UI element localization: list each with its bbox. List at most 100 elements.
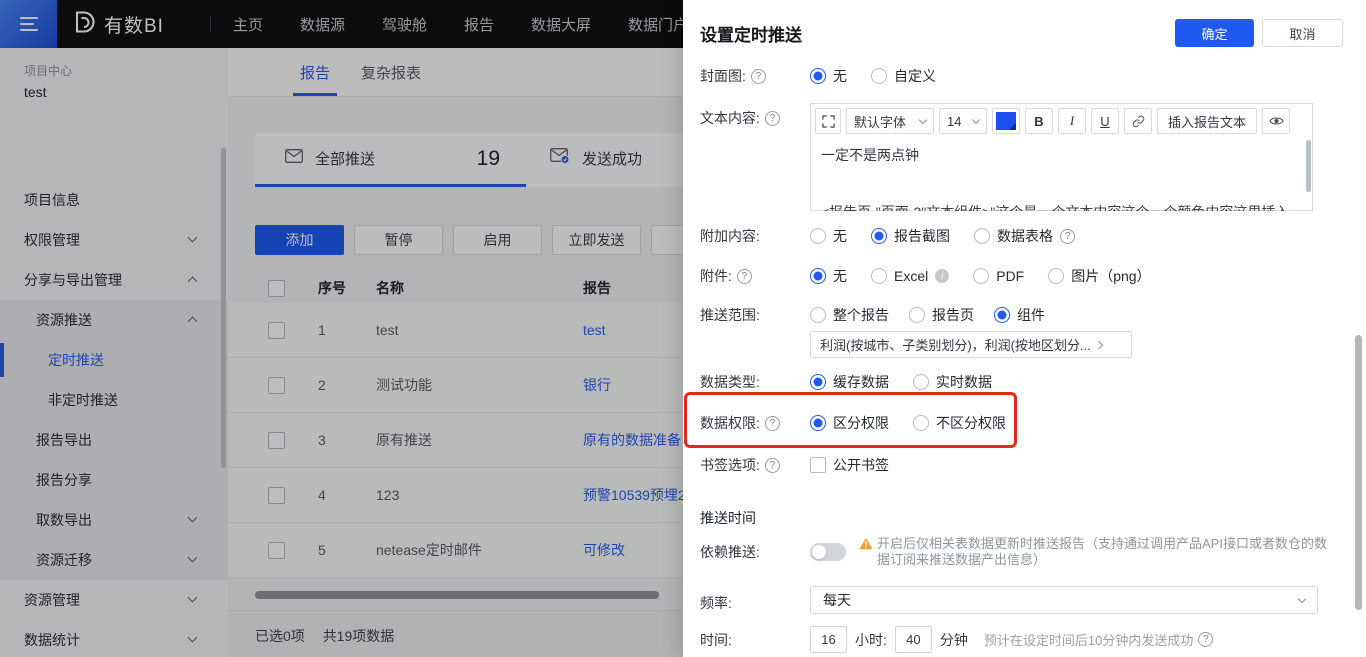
row-checkbox[interactable]: [268, 377, 285, 394]
clipped-button[interactable]: [651, 225, 683, 255]
row-checkbox[interactable]: [268, 322, 285, 339]
scope-option-whole[interactable]: 整个报告: [810, 305, 889, 325]
horizontal-scrollbar[interactable]: [255, 591, 659, 599]
add-button[interactable]: 添加: [255, 225, 344, 255]
font-family-select[interactable]: 默认字体: [846, 108, 934, 134]
sidebar-item-data-export[interactable]: 取数导出: [0, 500, 228, 540]
underline-button[interactable]: U: [1091, 108, 1119, 134]
sidebar-item-share-export[interactable]: 分享与导出管理: [0, 260, 228, 300]
hamburger-menu-button[interactable]: [0, 0, 57, 48]
sidebar-item-report-export[interactable]: 报告导出: [0, 420, 228, 460]
font-size-select[interactable]: 14: [939, 108, 987, 134]
fullscreen-icon[interactable]: [815, 108, 841, 134]
file-option-none[interactable]: 无: [810, 266, 847, 286]
cover-option-custom[interactable]: 自定义: [871, 66, 936, 86]
file-option-png[interactable]: 图片（png）: [1048, 266, 1150, 286]
header-name: 名称: [376, 278, 583, 298]
sidebar-item-permission[interactable]: 权限管理: [0, 220, 228, 260]
minute-unit-label: 分钟: [940, 630, 968, 650]
frequency-value: 每天: [823, 590, 851, 610]
editor-text-area[interactable]: 一定不是两点钟 <报告页-"页面-2"文本组件>"这个是一个文本内容这个一个颜色…: [811, 138, 1312, 211]
attach-option-datatable[interactable]: 数据表格: [974, 226, 1075, 246]
attach-option-none[interactable]: 无: [810, 226, 847, 246]
table-row: 2 测试功能 银行: [228, 358, 683, 413]
cell-report-link[interactable]: test: [583, 322, 683, 338]
header-report: 报告: [583, 278, 683, 298]
help-icon[interactable]: [751, 69, 766, 84]
help-icon[interactable]: [1198, 632, 1213, 647]
sidebar-item-report-share[interactable]: 报告分享: [0, 460, 228, 500]
tab-complex-report[interactable]: 复杂报表: [361, 62, 421, 83]
row-checkbox[interactable]: [268, 542, 285, 559]
cover-row: 封面图: 无 自定义: [700, 66, 936, 86]
component-selection-box[interactable]: 利润(按城市、子类别划分)，利润(按地区划分...: [810, 331, 1132, 358]
card-all-push[interactable]: 全部推送 19: [255, 133, 526, 187]
link-icon[interactable]: [1124, 108, 1152, 134]
help-icon[interactable]: [737, 269, 752, 284]
sidebar-item-resource-push[interactable]: 资源推送: [0, 300, 228, 340]
select-all-checkbox[interactable]: [268, 280, 285, 297]
sidebar-item-resource-migrate[interactable]: 资源迁移: [0, 540, 228, 580]
row-checkbox[interactable]: [268, 487, 285, 504]
card-send-success[interactable]: 发送成功: [526, 133, 683, 187]
text-content-label: 文本内容:: [700, 108, 760, 128]
radio-icon: [974, 228, 990, 244]
sidebar-item-project-info[interactable]: 项目信息: [0, 180, 228, 220]
sidebar-item-data-stats[interactable]: 数据统计: [0, 620, 228, 657]
attach-content-row: 附加内容: 无 报告截图 数据表格: [700, 226, 1075, 246]
help-icon[interactable]: [765, 111, 780, 126]
frequency-label: 频率:: [700, 593, 732, 613]
help-icon[interactable]: [765, 416, 780, 431]
italic-button[interactable]: I: [1058, 108, 1086, 134]
sidebar-item-unscheduled-push[interactable]: 非定时推送: [0, 380, 228, 420]
attach-option-screenshot[interactable]: 报告截图: [871, 226, 950, 246]
eye-icon[interactable]: [1262, 108, 1290, 134]
sidebar-item-scheduled-push[interactable]: 定时推送: [0, 340, 228, 380]
cell-report-link[interactable]: 可修改: [583, 540, 683, 560]
enable-button[interactable]: 启用: [453, 225, 542, 255]
scope-option-component[interactable]: 组件: [994, 305, 1045, 325]
depend-toggle[interactable]: [810, 543, 846, 561]
minute-input[interactable]: [895, 626, 932, 653]
drawer-scrollbar[interactable]: [1355, 335, 1362, 610]
file-option-excel[interactable]: Excel: [871, 268, 949, 284]
datatype-option-cache[interactable]: 缓存数据: [810, 372, 889, 392]
help-icon[interactable]: [1060, 229, 1075, 244]
frequency-select[interactable]: 每天: [810, 586, 1318, 614]
help-icon[interactable]: [765, 458, 780, 473]
scope-row: 推送范围: 整个报告 报告页 组件: [700, 305, 1045, 325]
send-now-button[interactable]: 立即发送: [552, 225, 641, 255]
file-option-pdf[interactable]: PDF: [973, 268, 1024, 284]
cell-report-link[interactable]: 原有的数据准备: [583, 430, 683, 450]
nav-item-bigscreen[interactable]: 数据大屏: [531, 14, 591, 35]
editor-scrollbar[interactable]: [1306, 140, 1311, 192]
nav-item-home[interactable]: 主页: [233, 14, 263, 35]
cell-report-link[interactable]: 预警10539预埋2: [583, 485, 683, 505]
nav-item-dashboard[interactable]: 驾驶舱: [382, 14, 427, 35]
cell-report-link[interactable]: 银行: [583, 375, 683, 395]
bold-button[interactable]: B: [1025, 108, 1053, 134]
scope-option-page[interactable]: 报告页: [909, 305, 974, 325]
cancel-button[interactable]: 取消: [1262, 19, 1343, 47]
perm-option-no-distinguish[interactable]: 不区分权限: [913, 413, 1006, 433]
sidebar-item-resource-manage[interactable]: 资源管理: [0, 580, 228, 620]
perm-option-distinguish[interactable]: 区分权限: [810, 413, 889, 433]
project-name[interactable]: test: [24, 84, 228, 100]
list-footer: 已选0项 共19项数据: [228, 610, 683, 657]
pause-button[interactable]: 暂停: [354, 225, 443, 255]
cover-option-none[interactable]: 无: [810, 66, 847, 86]
insert-report-text-button[interactable]: 插入报告文本: [1157, 108, 1257, 134]
datatype-option-realtime[interactable]: 实时数据: [913, 372, 992, 392]
public-bookmark-checkbox[interactable]: 公开书签: [810, 455, 889, 475]
tab-report[interactable]: 报告: [300, 62, 330, 83]
info-icon[interactable]: [935, 269, 949, 283]
nav-item-report[interactable]: 报告: [464, 14, 494, 35]
confirm-button[interactable]: 确定: [1175, 19, 1254, 47]
sidebar-scrollbar[interactable]: [221, 148, 226, 468]
nav-item-portal[interactable]: 数据门户: [628, 14, 683, 35]
font-color-button[interactable]: [992, 108, 1020, 134]
row-checkbox[interactable]: [268, 432, 285, 449]
stat-cards: 全部推送 19 发送成功: [255, 133, 683, 187]
hour-input[interactable]: [810, 626, 847, 653]
nav-item-datasource[interactable]: 数据源: [300, 14, 345, 35]
